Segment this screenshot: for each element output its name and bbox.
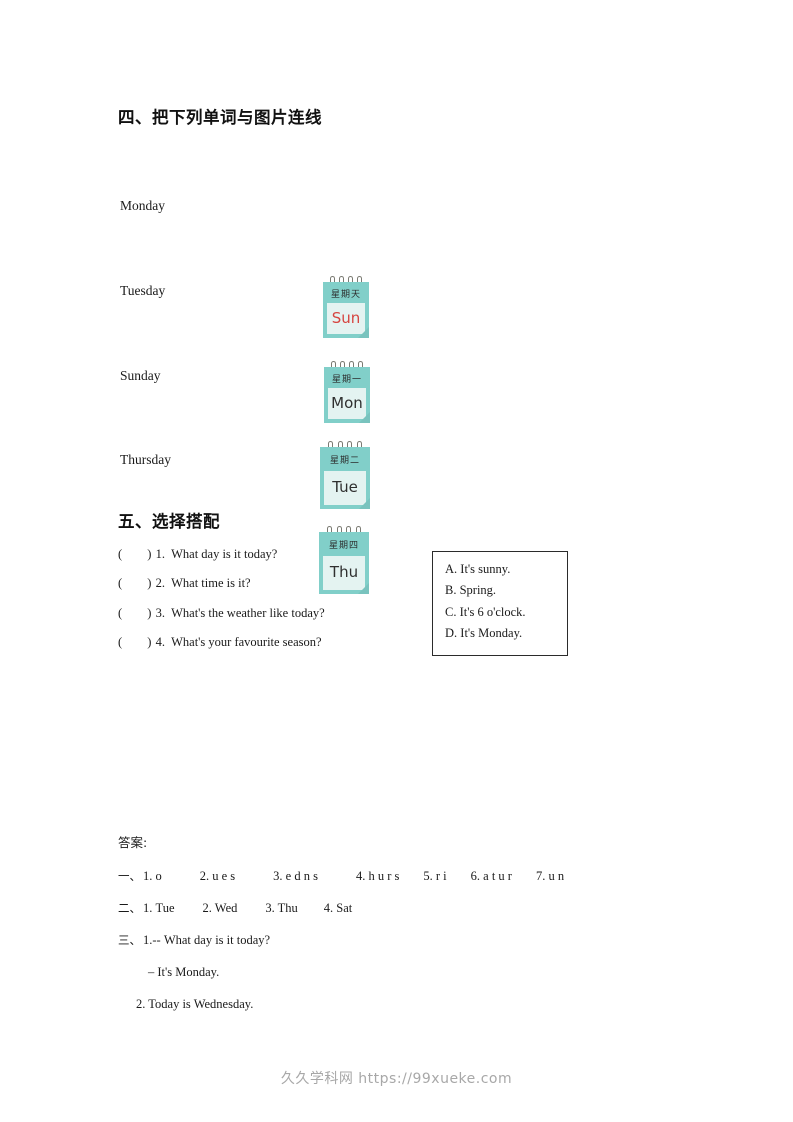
answer-line-four: 2. Today is Wednesday. [136, 997, 254, 1011]
answer-bracket-open: ( [118, 576, 123, 591]
match-word-thursday[interactable]: Thursday [120, 452, 171, 468]
answer-bracket-close: ) [147, 576, 152, 591]
answer-bracket-close: ) [147, 634, 152, 649]
calendar-abbr-text: Tue [332, 478, 358, 497]
answer-line-three-label: 三、 [118, 933, 141, 947]
answer-key-section: 答案: 一、 1. o 2. u e s 3. e d n s 4. h u r s 5.… [118, 832, 718, 1029]
matching-exercise: Monday Tuesday Sunday Thursday 星期天 Sun 星… [0, 130, 793, 594]
question-number: 3. [155, 605, 165, 620]
answer-item: 1. Tue [143, 901, 175, 915]
option-item-c[interactable]: C. It's 6 o'clock. [445, 605, 567, 619]
page-fold-icon [358, 327, 369, 338]
calendar-card-body: 星期一 Mon [324, 367, 370, 423]
answer-item: 3. e d n s [273, 869, 318, 883]
calendar-card-tuesday[interactable]: 星期二 Tue [320, 441, 370, 509]
question-text: What time is it? [171, 576, 251, 591]
answer-item: 3. Thu [265, 901, 298, 915]
answer-line-one: 一、 1. o 2. u e s 3. e d n s 4. h u r s 5. r i… [118, 869, 718, 884]
worksheet-page: 四、把下列单词与图片连线 Monday Tuesday Sunday Thurs… [0, 0, 793, 1122]
answer-options-box: A. It's sunny. B. Spring. C. It's 6 o'cl… [432, 551, 568, 656]
question-text: What's your favourite season? [171, 634, 322, 649]
question-number: 1. [155, 547, 165, 561]
calendar-card-body: 星期二 Tue [320, 447, 370, 509]
answer-item: 2. u e s [199, 869, 236, 883]
question-number: 4. [155, 634, 165, 649]
matching-question-list: ( ) 1. What day is it today? ( ) 2. What… [118, 547, 418, 665]
question-text: What's the weather like today? [171, 605, 325, 620]
answer-item: 7. u n [535, 869, 565, 883]
match-word-monday[interactable]: Monday [120, 198, 165, 214]
page-fold-icon [359, 498, 370, 509]
answer-item: 6. a t u r [470, 869, 512, 883]
option-item-b[interactable]: B. Spring. [445, 583, 567, 597]
answer-line-one-label: 一、 [118, 869, 141, 883]
answer-item: 1. o [143, 869, 162, 883]
answer-key-title: 答案: [118, 835, 148, 850]
question-number: 2. [155, 576, 165, 591]
match-word-sunday[interactable]: Sunday [120, 368, 161, 384]
answer-item: 2. Wed [202, 901, 238, 915]
option-item-d[interactable]: D. It's Monday. [445, 626, 567, 640]
calendar-card-body: 星期天 Sun [323, 282, 369, 338]
answer-bracket-open: ( [118, 605, 123, 620]
calendar-card-monday[interactable]: 星期一 Mon [324, 361, 370, 423]
calendar-chinese-label: 星期天 [330, 290, 361, 301]
calendar-abbr-text: Mon [331, 394, 363, 413]
option-item-a[interactable]: A. It's sunny. [445, 562, 567, 576]
answer-question-text: 1.-- What day is it today? [143, 933, 271, 947]
calendar-card-sunday[interactable]: 星期天 Sun [323, 276, 369, 338]
answer-bracket-close: ) [147, 547, 152, 561]
section-five-heading: 五、选择搭配 [118, 512, 220, 531]
answer-item: 4. h u r s [355, 869, 400, 883]
answer-line-two-label: 二、 [118, 901, 141, 915]
question-text: What day is it today? [171, 547, 278, 561]
answer-bracket-close: ) [147, 605, 152, 620]
answer-bracket-open: ( [118, 634, 123, 649]
footer-watermark: 久久学科网 https://99xueke.com [280, 1071, 513, 1087]
answer-bracket-open: ( [118, 547, 123, 561]
calendar-chinese-label: 星期一 [331, 375, 362, 386]
question-row[interactable]: ( ) 2. What time is it? [118, 576, 418, 591]
answer-item: 4. Sat [323, 901, 353, 915]
answer-line-two: 二、 1. Tue 2. Wed 3. Thu 4. Sat [118, 901, 718, 916]
answer-line-three-reply: – It's Monday. [148, 965, 220, 979]
calendar-abbr-text: Sun [331, 309, 361, 328]
match-word-tuesday[interactable]: Tuesday [120, 283, 165, 299]
answer-line-three: 三、 1.-- What day is it today? [118, 933, 718, 948]
section-four-heading: 四、把下列单词与图片连线 [118, 108, 322, 127]
page-fold-icon [359, 412, 370, 423]
question-row[interactable]: ( ) 1. What day is it today? [118, 547, 418, 562]
question-row[interactable]: ( ) 3. What's the weather like today? [118, 605, 418, 621]
calendar-chinese-label: 星期二 [329, 456, 360, 467]
question-row[interactable]: ( ) 4. What's your favourite season? [118, 634, 418, 650]
answer-item: 5. r i [423, 869, 447, 883]
